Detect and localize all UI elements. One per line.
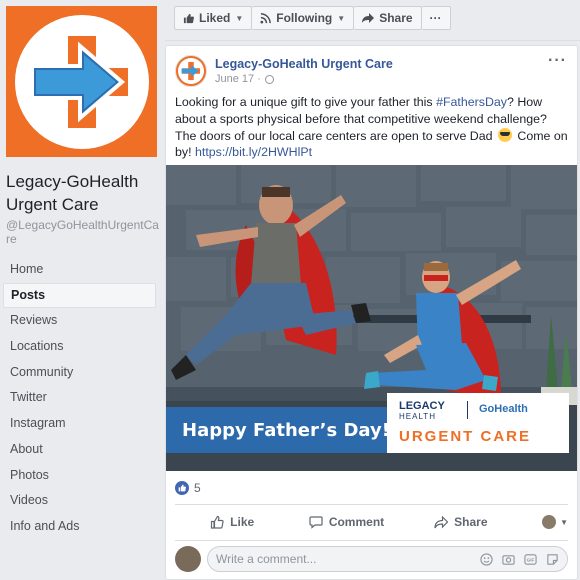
photo-brand-box: LEGACY HEALTH GoHealth URGENT CARE	[387, 393, 569, 453]
brand-health-suffix: Health	[494, 403, 528, 415]
nav-item-community[interactable]: Community	[3, 360, 156, 386]
more-dots-icon: ···	[429, 11, 442, 25]
commenter-avatar[interactable]	[175, 546, 201, 572]
reaction-count: 5	[194, 481, 201, 495]
reaction-summary[interactable]: 5	[175, 481, 201, 495]
globe-icon	[264, 74, 274, 84]
post-header-text: Legacy-GoHealth Urgent Care June 17 ·	[215, 55, 393, 87]
rss-icon	[260, 12, 272, 24]
share-button[interactable]: Share	[404, 515, 518, 529]
nav-item-photos[interactable]: Photos	[3, 463, 156, 489]
divider	[175, 540, 568, 541]
svg-text:GIF: GIF	[526, 557, 534, 562]
nav-item-info-and-ads[interactable]: Info and Ads	[3, 514, 156, 540]
avatar-inner	[178, 58, 204, 84]
brand-separator	[467, 401, 468, 419]
brand-urgent-care: URGENT CARE	[399, 428, 532, 445]
post-url-link[interactable]: https://bit.ly/2HWHlPt	[195, 145, 312, 159]
page-name[interactable]: Legacy-GoHealth Urgent Care	[6, 170, 161, 216]
brand-gohealth: GoHealth	[479, 403, 528, 415]
camera-icon[interactable]	[501, 552, 515, 566]
sunglasses-emoji-icon	[497, 127, 512, 142]
share-page-button[interactable]: Share	[354, 6, 422, 30]
post-text-1: Looking for a unique gift to give your f…	[175, 95, 437, 109]
page-profile-picture[interactable]	[6, 6, 157, 157]
nav-item-twitter[interactable]: Twitter	[3, 385, 156, 411]
brand-logo-icon	[181, 61, 201, 81]
post-date-text: June 17 ·	[215, 73, 261, 85]
like-button[interactable]: Like	[175, 515, 289, 529]
comment-placeholder: Write a comment...	[216, 552, 317, 566]
page-handle[interactable]: @LegacyGoHealthUrgentCare	[6, 218, 161, 246]
post-body: Looking for a unique gift to give your f…	[175, 94, 571, 161]
chevron-down-icon: ▼	[235, 13, 244, 23]
avatar	[542, 515, 557, 529]
liked-button[interactable]: Liked ▼	[174, 6, 253, 30]
hashtag-link[interactable]: #FathersDay	[436, 95, 507, 109]
share-label: Share	[379, 11, 413, 25]
nav-item-about[interactable]: About	[3, 437, 156, 463]
brand-legacy: LEGACY	[399, 400, 445, 412]
thumbs-up-icon	[210, 515, 224, 529]
post-author[interactable]: Legacy-GoHealth Urgent Care	[215, 56, 393, 72]
post-photo[interactable]: Happy Father’s Day! LEGACY HEALTH GoHeal…	[166, 165, 577, 471]
following-label: Following	[276, 11, 333, 25]
share-label: Share	[454, 515, 488, 529]
following-button[interactable]: Following ▼	[252, 6, 355, 30]
gif-icon[interactable]: GIF	[523, 552, 537, 566]
logo-circle	[14, 14, 149, 149]
post-card: Legacy-GoHealth Urgent Care June 17 · ··…	[165, 45, 578, 580]
post-options-icon[interactable]: ···	[548, 52, 567, 70]
divider	[165, 40, 580, 41]
brand-health: HEALTH	[399, 412, 436, 421]
sticker-icon[interactable]	[545, 552, 559, 566]
nav-item-locations[interactable]: Locations	[3, 334, 156, 360]
nav-item-videos[interactable]: Videos	[3, 488, 156, 514]
photo-caption: Happy Father’s Day!	[182, 420, 390, 441]
emoji-icon[interactable]	[479, 552, 493, 566]
chevron-down-icon: ▼	[560, 517, 568, 527]
share-arrow-icon	[362, 12, 375, 24]
share-arrow-icon	[434, 515, 449, 529]
thumbs-up-icon	[183, 13, 194, 24]
nav-item-reviews[interactable]: Reviews	[3, 308, 156, 334]
comment-button[interactable]: Comment	[289, 515, 403, 529]
post-timestamp[interactable]: June 17 ·	[215, 72, 393, 86]
comment-composer: Write a comment... GIF	[175, 546, 568, 572]
post-header: Legacy-GoHealth Urgent Care June 17 ·	[175, 55, 393, 87]
nav-item-posts[interactable]: Posts	[3, 282, 156, 309]
page-nav: Home Posts Reviews Locations Community T…	[3, 257, 156, 540]
share-as-selector[interactable]: ▼	[518, 515, 568, 529]
page-action-bar: Liked ▼ Following ▼ Share ···	[174, 6, 451, 30]
more-options-button[interactable]: ···	[421, 6, 451, 30]
liked-label: Liked	[199, 11, 231, 25]
comment-label: Comment	[328, 515, 385, 529]
nav-item-home[interactable]: Home	[3, 257, 156, 283]
brand-go: Go	[479, 403, 495, 415]
author-avatar[interactable]	[175, 55, 207, 87]
nav-item-instagram[interactable]: Instagram	[3, 411, 156, 437]
divider	[175, 504, 568, 505]
post-actions: Like Comment Share ▼	[175, 507, 568, 537]
chevron-down-icon: ▼	[337, 13, 346, 23]
like-label: Like	[230, 515, 255, 529]
like-reaction-icon	[175, 481, 189, 495]
brand-logo-icon	[29, 35, 128, 128]
comment-bubble-icon	[309, 515, 323, 529]
comment-input[interactable]: Write a comment... GIF	[207, 546, 568, 572]
